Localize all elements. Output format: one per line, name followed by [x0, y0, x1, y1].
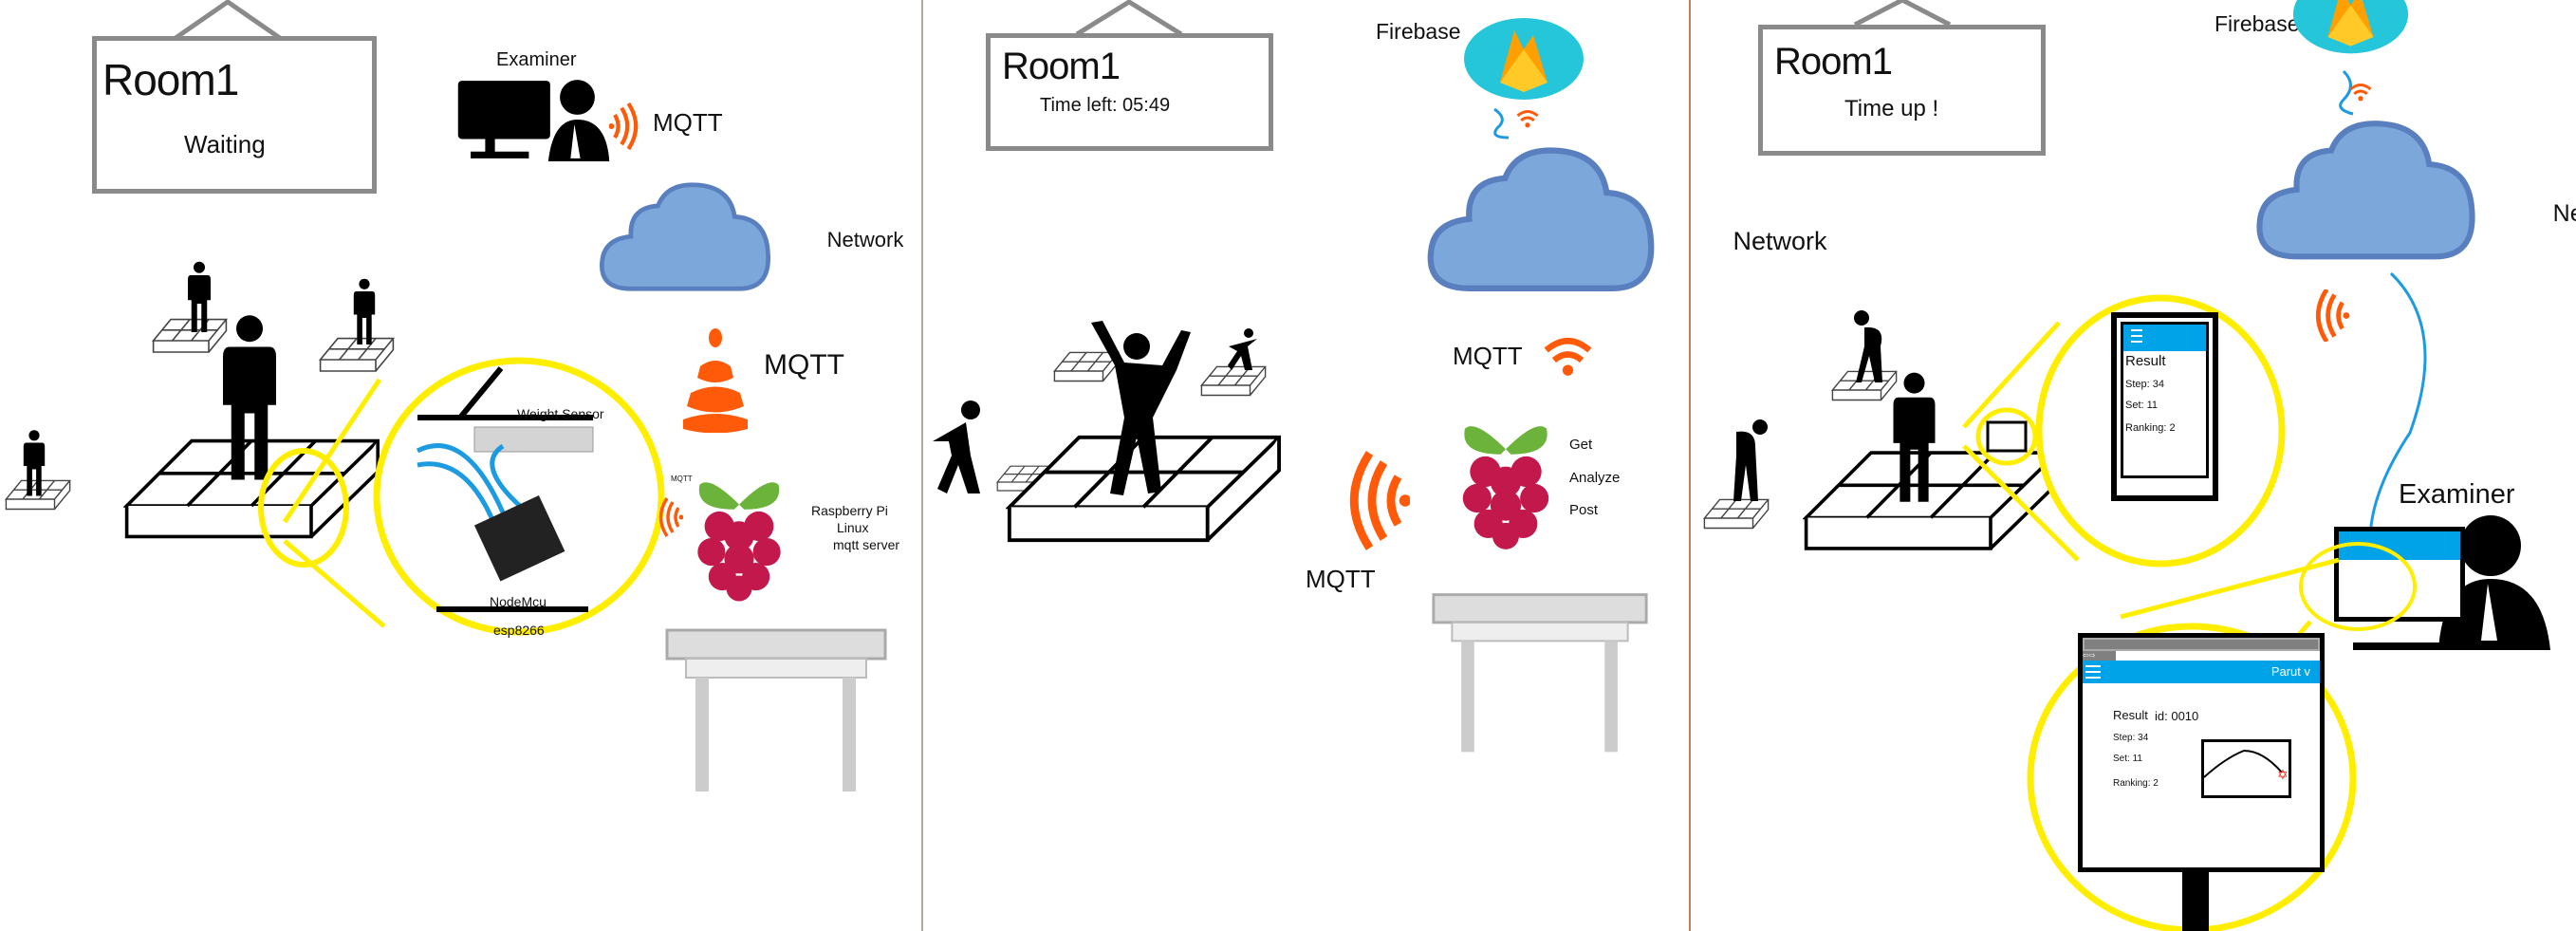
- mqtt-label: MQTT: [1453, 342, 1523, 370]
- examiner-icon: [455, 76, 612, 163]
- browser-bar: [2083, 638, 2320, 651]
- menu-icon[interactable]: [2131, 329, 2142, 331]
- network-label: Network: [2552, 200, 2576, 227]
- firebase-icon: [2291, 0, 2410, 57]
- examiner-label: Examiner: [2399, 479, 2515, 510]
- running-person: [933, 400, 980, 493]
- waiting-person: [185, 247, 213, 346]
- pi-server-label: mqtt server: [833, 537, 900, 552]
- desktop-result-title: Result: [2113, 708, 2148, 722]
- wifi-cone-icon: [683, 328, 748, 433]
- raspberry-pi-icon: [1454, 419, 1558, 551]
- sign-hanger: [1853, 0, 1952, 27]
- raspberry-pi-icon: [690, 468, 788, 610]
- desktop-step: Step: 34: [2113, 733, 2149, 743]
- room-sign: Room1 Time up !: [1758, 25, 2046, 156]
- table-icon: [1429, 567, 1651, 780]
- firebase-label: Firebase: [1376, 19, 1461, 44]
- cloud-icon: [1421, 140, 1660, 306]
- time-up-status: Time up !: [1844, 96, 1939, 121]
- mqtt-label: MQTT: [1306, 565, 1376, 593]
- desktop-ranking: Ranking: 2: [2113, 778, 2159, 789]
- pi-action-analyze: Analyze: [1569, 470, 1621, 486]
- pi-action-post: Post: [1569, 502, 1599, 518]
- player-person: [1888, 361, 1940, 512]
- network-cloud: Network: [1421, 140, 1827, 306]
- wifi-icon: [609, 102, 643, 150]
- room-name: Room1: [102, 55, 239, 104]
- tired-person: [1733, 419, 1768, 501]
- network-cloud: Network: [2251, 115, 2576, 271]
- desktop-window: ⇦⇨ Parut v Result id: 0010 Step: 34 Set:…: [2078, 633, 2325, 872]
- tired-person: [1854, 310, 1882, 382]
- cloud-icon: [2251, 115, 2481, 271]
- weight-sensor-label: Weight Sensor: [517, 406, 604, 421]
- room-name: Room1: [1774, 41, 1893, 83]
- mqtt-label: MQTT: [653, 108, 723, 137]
- link-squiggle: [1493, 107, 1539, 140]
- room-sign: Room1 Time left: 05:49: [986, 33, 1273, 151]
- back-forward-icon[interactable]: ⇦⇨: [2083, 651, 2116, 661]
- user-menu[interactable]: Parut v: [2271, 664, 2310, 679]
- examiner-label: Examiner: [496, 49, 577, 70]
- browser-nav: ⇦⇨: [2083, 651, 2320, 661]
- pi-os-label: Linux: [837, 520, 869, 535]
- table-icon: [662, 624, 890, 797]
- cloud-icon: [595, 180, 775, 298]
- pi-action-get: Get: [1569, 437, 1593, 453]
- sign-hanger: [174, 0, 282, 40]
- panel-divider: [1689, 0, 1691, 931]
- time-left: Time left: 05:49: [1040, 95, 1171, 116]
- marker-icon: ✡: [2277, 768, 2289, 783]
- desktop-header: Parut v: [2083, 661, 2320, 683]
- desktop-result-id: id: 0010: [2155, 709, 2199, 723]
- nodemcu-label: NodeMcu: [490, 594, 547, 609]
- firebase-label: Firebase: [2215, 11, 2300, 36]
- firebase-icon: [1462, 16, 1585, 102]
- result-graph: ✡: [2201, 739, 2291, 798]
- pi-label: Raspberry Pi: [811, 503, 888, 518]
- zoom-callout: [258, 357, 665, 636]
- jumping-person: [1091, 321, 1191, 495]
- running-person: [1228, 328, 1257, 370]
- waiting-person: [21, 418, 47, 508]
- wifi-icon: [655, 493, 683, 541]
- phone-header: [2123, 325, 2206, 351]
- network-cloud: Network: [595, 180, 903, 298]
- room-status: Waiting: [184, 130, 266, 158]
- esp8266-label: esp8266: [493, 623, 545, 638]
- menu-icon[interactable]: [2085, 665, 2101, 667]
- wifi-icon: [1339, 446, 1410, 555]
- phone-step: Step: 34: [2125, 379, 2164, 390]
- room-name: Room1: [1002, 46, 1121, 87]
- mqtt-label: MQTT: [764, 349, 844, 381]
- phone-set: Set: 11: [2125, 400, 2159, 411]
- wifi-icon: [1537, 321, 1599, 392]
- waiting-person: [351, 264, 378, 359]
- phone-ranking: Ranking: 2: [2125, 422, 2176, 434]
- desktop-stand: [2182, 872, 2209, 931]
- desktop-set: Set: 11: [2113, 754, 2142, 764]
- panel-divider: [921, 0, 923, 931]
- sign-hanger: [1075, 0, 1183, 36]
- network-label: Network: [1733, 227, 1827, 255]
- network-label: Network: [826, 228, 904, 251]
- room-sign: Room1 Waiting: [92, 36, 377, 194]
- phone-result-title: Result: [2125, 353, 2166, 369]
- phone: Result Step: 34 Set: 11 Ranking: 2: [2111, 312, 2218, 501]
